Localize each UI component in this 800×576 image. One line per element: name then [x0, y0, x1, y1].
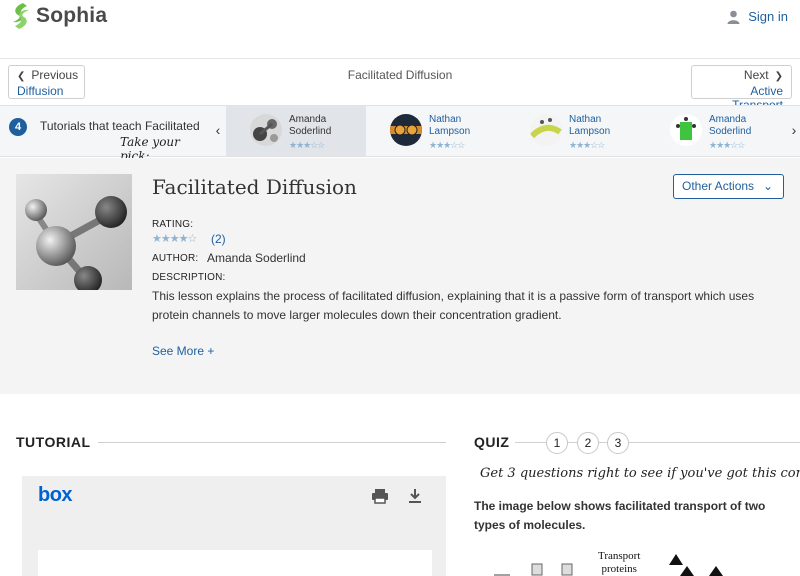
lesson-description: This lesson explains the process of faci… — [152, 289, 755, 322]
description-label: DESCRIPTION: — [152, 272, 226, 283]
channel-thumb-icon — [670, 114, 702, 146]
print-icon[interactable] — [371, 487, 389, 505]
tutorial-thumbnail — [670, 114, 702, 146]
quiz-question-2[interactable]: 2 — [577, 432, 599, 454]
tutorial-author-first: Amanda — [289, 114, 327, 125]
lesson-title: Facilitated Diffusion — [152, 175, 357, 199]
diagram-label-line-1: Transport — [598, 550, 641, 562]
tutorial-author-last: Soderlind — [709, 126, 752, 137]
diagram-label-line-2: proteins — [601, 563, 637, 575]
box-document-viewer: box — [22, 476, 446, 576]
tutorial-author-first: Amanda — [709, 114, 747, 125]
tutorial-rating-stars: ★★★☆☆ — [289, 140, 325, 150]
tutorial-card[interactable]: Amanda Soderlind ★★★☆☆ — [646, 106, 786, 156]
tutorial-divider — [98, 442, 446, 443]
tutorial-rating-stars: ★★★☆☆ — [569, 140, 605, 150]
quiz-heading: QUIZ — [474, 434, 510, 450]
tutorial-author: Nathan Lampson — [569, 114, 639, 138]
tutorial-rating-stars: ★★★☆☆ — [709, 140, 745, 150]
tutorial-author-last: Soderlind — [289, 126, 332, 137]
transport-diagram: Transport proteins — [490, 548, 770, 576]
user-icon — [727, 10, 740, 24]
tutorial-author: Amanda Soderlind — [709, 114, 779, 138]
lesson-navbar: ❮ Previous Diffusion Facilitated Diffusio… — [0, 58, 800, 112]
site-header: Sophia Sign in — [0, 0, 800, 38]
logo-text: Sophia — [36, 4, 108, 27]
next-label: Next ❯ — [700, 68, 783, 84]
document-page — [38, 550, 432, 576]
tutorial-thumbnail — [390, 114, 422, 146]
tutorial-thumbnail — [250, 114, 282, 146]
download-icon[interactable] — [406, 487, 424, 505]
other-actions-button[interactable]: Other Actions ⌄ — [673, 174, 784, 199]
membrane-thumb-icon — [530, 114, 562, 146]
cell-thumb-icon — [390, 114, 422, 146]
quiz-instruction: Get 3 questions right to see if you've g… — [480, 466, 800, 481]
lesson-info-panel: Facilitated Diffusion Other Actions ⌄ RA… — [0, 158, 800, 394]
tutorial-heading: TUTORIAL — [16, 434, 91, 450]
rating-stars: ★★★★☆ — [152, 233, 197, 245]
chevron-down-icon: ⌄ — [762, 179, 773, 193]
lesson-image — [16, 174, 132, 290]
tutorial-rating-stars: ★★★☆☆ — [429, 140, 465, 150]
tutorial-card[interactable]: Nathan Lampson ★★★☆☆ — [506, 106, 646, 156]
tutorial-author: Nathan Lampson — [429, 114, 499, 138]
molecule-model-image — [16, 174, 132, 290]
other-actions-label: Other Actions — [682, 179, 755, 193]
tutorial-author-last: Lampson — [429, 126, 471, 137]
tutorial-author-first: Nathan — [429, 114, 462, 125]
tutorial-author-last: Lampson — [569, 126, 611, 137]
tutorial-card[interactable]: Nathan Lampson ★★★☆☆ — [366, 106, 506, 156]
tutorials-strip-header: 4 Tutorials that teach Facilitated Diffu… — [0, 106, 210, 163]
tutorial-count-badge: 4 — [9, 118, 27, 136]
lesson-nav-title: Facilitated Diffusion — [347, 68, 453, 82]
quiz-question-text: The image below shows facilitated transp… — [474, 499, 766, 532]
rating-count-link[interactable]: (2) — [211, 232, 226, 246]
tutorial-card[interactable]: Amanda Soderlind ★★★☆☆ — [226, 106, 366, 156]
rating-label: RATING: — [152, 219, 194, 230]
sign-in-link[interactable]: Sign in — [727, 9, 788, 24]
molecule-thumb-icon — [250, 114, 282, 146]
next-button[interactable]: Next❯ Active Transport — [691, 65, 792, 112]
tutorial-author: Amanda Soderlind — [289, 114, 359, 138]
tutorials-strip-label: Tutorials that teach Facilitated Diffusi… — [40, 119, 200, 133]
previous-lesson-link: Diffusion — [17, 84, 64, 98]
quiz-question-1[interactable]: 1 — [546, 432, 568, 454]
sophia-logo[interactable]: Sophia — [10, 2, 107, 30]
author-name: Amanda Soderlind — [207, 251, 306, 265]
author-label: AUTHOR: — [152, 253, 199, 264]
box-logo[interactable]: box — [38, 484, 73, 507]
strip-prev-arrow[interactable]: ‹ — [212, 122, 224, 140]
tutorials-strip: 4 Tutorials that teach Facilitated Diffu… — [0, 105, 800, 163]
strip-next-arrow[interactable]: › — [788, 122, 800, 140]
quiz-question-3[interactable]: 3 — [607, 432, 629, 454]
chevron-right-icon: ❯ — [774, 71, 783, 82]
transport-proteins-label: Transport proteins — [598, 550, 640, 576]
tutorial-author-first: Nathan — [569, 114, 602, 125]
see-more-link[interactable]: See More + — [152, 344, 214, 358]
tutorial-thumbnail — [530, 114, 562, 146]
next-text: Next — [743, 68, 769, 82]
sign-in-label: Sign in — [748, 9, 788, 24]
sophia-leaf-icon — [13, 3, 29, 30]
